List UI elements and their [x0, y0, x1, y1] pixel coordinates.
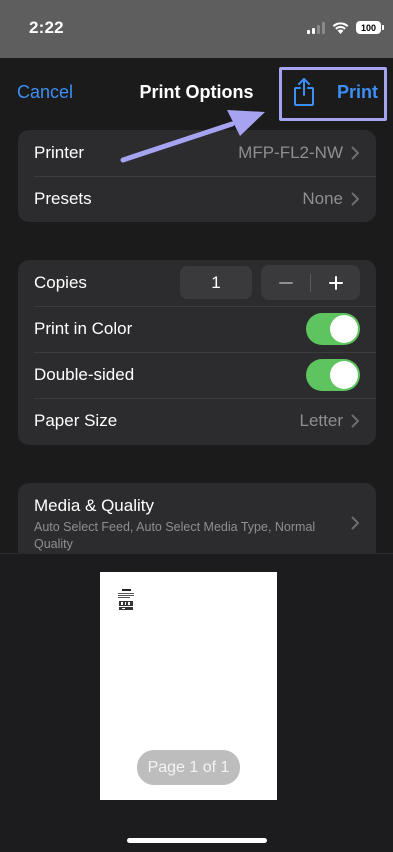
status-bar: 2:22 100: [0, 0, 393, 58]
copies-stepper: [261, 265, 360, 300]
printer-value: MFP-FL2-NW: [238, 143, 343, 162]
share-icon[interactable]: [292, 77, 316, 107]
label-thumbnail-icon: [118, 589, 134, 610]
print-options-sheet: Cancel Print Options Print Printer MFP-F…: [0, 63, 393, 852]
paper-size-row[interactable]: Paper Size Letter: [18, 398, 376, 444]
cellular-signal-icon: [307, 21, 325, 34]
wifi-icon: [332, 21, 349, 34]
toggle-knob: [330, 315, 358, 343]
media-quality-row[interactable]: Media & Quality Auto Select Feed, Auto S…: [18, 483, 376, 563]
print-in-color-row: Print in Color: [18, 306, 376, 352]
chevron-right-icon: [351, 414, 359, 428]
paper-size-label: Paper Size: [34, 411, 118, 430]
decrement-button[interactable]: [261, 265, 310, 300]
presets-label: Presets: [34, 189, 92, 208]
double-sided-row: Double-sided: [18, 352, 376, 398]
battery-icon: 100: [356, 21, 384, 34]
printer-label: Printer: [34, 143, 85, 162]
page-preview[interactable]: Page 1 of 1: [100, 572, 277, 800]
print-preview-area: Page 1 of 1: [0, 553, 393, 852]
copies-row: Copies 1: [18, 260, 376, 306]
presets-row[interactable]: Presets None: [18, 176, 376, 222]
paper-size-value: Letter: [299, 411, 343, 430]
printer-row[interactable]: Printer MFP-FL2-NW: [18, 130, 376, 176]
copies-input[interactable]: 1: [179, 265, 253, 300]
printer-settings-group: Printer MFP-FL2-NW Presets None: [18, 130, 376, 222]
media-quality-subtitle: Auto Select Feed, Auto Select Media Type…: [34, 520, 316, 551]
increment-button[interactable]: [311, 265, 360, 300]
media-quality-title: Media & Quality: [34, 496, 154, 515]
plus-icon: [328, 275, 343, 290]
page-indicator: Page 1 of 1: [137, 750, 240, 785]
presets-value: None: [302, 189, 343, 208]
home-indicator: [127, 838, 267, 843]
minus-icon: [278, 281, 293, 284]
chevron-right-icon: [351, 146, 359, 160]
print-options-group: Copies 1 Print in Color Double-sided Pap…: [18, 260, 376, 445]
print-in-color-toggle[interactable]: [306, 313, 360, 345]
navigation-bar: Cancel Print Options Print: [0, 63, 393, 121]
double-sided-toggle[interactable]: [306, 359, 360, 391]
cancel-button[interactable]: Cancel: [17, 82, 73, 103]
status-icons: 100: [307, 21, 384, 34]
status-time: 2:22: [29, 18, 64, 37]
print-button[interactable]: Print: [337, 82, 378, 103]
chevron-right-icon: [351, 192, 359, 206]
chevron-right-icon: [351, 516, 359, 530]
toggle-knob: [330, 361, 358, 389]
